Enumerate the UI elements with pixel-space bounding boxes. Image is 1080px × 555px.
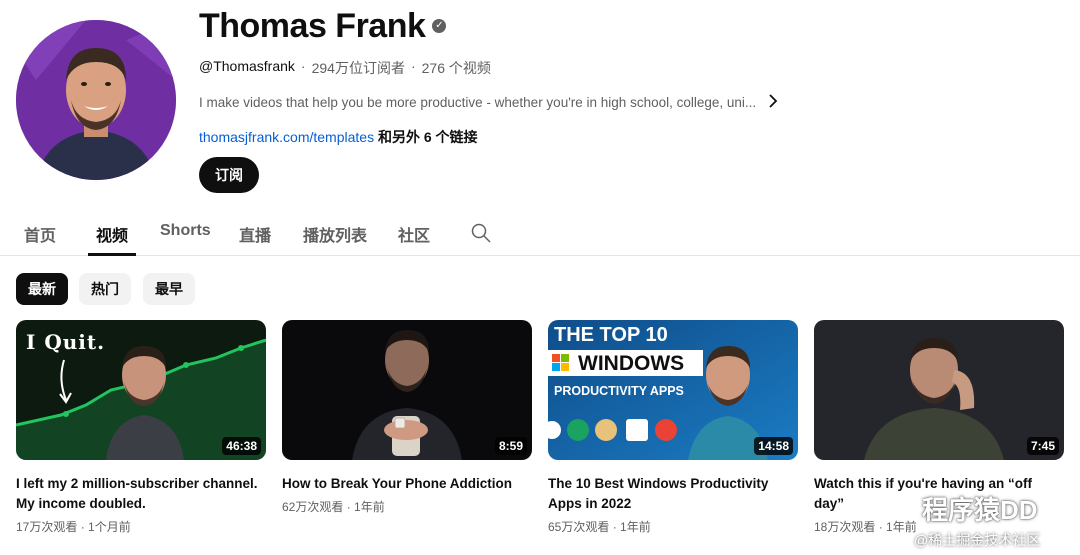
description-text: I make videos that help you be more prod… [199,95,757,110]
channel-tabs: 首页 视频 Shorts 直播 播放列表 社区 [0,210,1080,256]
view-count: 65万次观看 [548,520,610,534]
video-thumbnail[interactable]: 8:59 [282,320,532,460]
video-duration: 7:45 [1026,437,1059,455]
channel-info: Thomas Frank ✓ @Thomasfrank · 294万位订阅者 ·… [199,6,1059,147]
search-icon[interactable] [471,223,491,243]
video-duration: 8:59 [494,437,527,455]
channel-description[interactable]: I make videos that help you be more prod… [199,92,1059,113]
tab-home[interactable]: 首页 [24,222,56,246]
video-count: 276 个视频 [421,60,491,76]
view-count: 18万次观看 [814,520,876,534]
wechat-icon [878,491,916,526]
watermark-site: @稀土掘金技术社区 [914,532,1041,548]
tab-live[interactable]: 直播 [239,222,271,246]
video-meta: 65万次观看 · 1年前 [548,518,798,535]
channel-link[interactable]: thomasjfrank.com/templates [199,129,374,145]
meta-separator: · [300,58,306,74]
video-meta: 17万次观看 · 1个月前 [16,518,266,535]
video-title[interactable]: How to Break Your Phone Addiction [282,474,532,494]
thumbnail-subheading: PRODUCTIVITY APPS [554,384,684,398]
video-card[interactable]: I Quit. 46:38 I left my 2 million-subscr… [16,320,266,535]
watermark-brand-text: 程序猿DD [922,495,1038,525]
meta-separator: · [80,520,85,534]
more-links[interactable]: 和另外 6 个链接 [378,129,478,145]
thumbnail-windows-text: WINDOWS [578,352,685,375]
video-title[interactable]: The 10 Best Windows Productivity Apps in… [548,474,798,514]
upload-age: 1年前 [620,520,651,534]
watermark-brand: 程序猿DD [878,490,1038,527]
channel-links: thomasjfrank.com/templates 和另外 6 个链接 [199,127,1059,147]
active-tab-indicator [88,253,136,256]
filter-latest[interactable]: 最新 [16,273,68,305]
video-meta: 62万次观看 · 1年前 [282,498,532,515]
tab-playlists[interactable]: 播放列表 [303,222,367,246]
video-thumbnail[interactable]: THE TOP 10 WINDOWS PRODUCTIVITY APPS 14:… [548,320,798,460]
video-card[interactable]: 8:59 How to Break Your Phone Addiction 6… [282,320,532,515]
meta-separator: · [410,58,416,74]
subscriber-count: 294万位订阅者 [311,60,405,76]
tab-videos[interactable]: 视频 [96,222,128,246]
filter-oldest[interactable]: 最早 [143,273,195,305]
video-thumbnail[interactable]: 7:45 [814,320,1064,460]
tab-community[interactable]: 社区 [398,222,430,246]
video-thumbnail[interactable]: I Quit. 46:38 [16,320,266,460]
video-card[interactable]: THE TOP 10 WINDOWS PRODUCTIVITY APPS 14:… [548,320,798,535]
verified-check-icon: ✓ [432,19,447,33]
upload-age: 1年前 [354,500,385,514]
channel-meta: @Thomasfrank · 294万位订阅者 · 276 个视频 [199,58,1059,78]
video-title[interactable]: I left my 2 million-subscriber channel. … [16,474,266,514]
channel-name: Thomas Frank [199,6,426,45]
view-count: 62万次观看 [282,500,344,514]
subscribe-button[interactable]: 订阅 [199,157,259,193]
channel-handle: @Thomasfrank [199,58,295,74]
thumbnail-heading: THE TOP 10 [554,324,668,346]
channel-avatar[interactable] [16,20,176,180]
meta-separator: · [612,520,617,534]
tab-shorts[interactable]: Shorts [160,222,211,240]
thumbnail-caption: I Quit. [26,330,106,354]
meta-separator: · [346,500,351,514]
video-duration: 46:38 [222,437,261,455]
chevron-right-icon[interactable] [768,92,778,113]
filter-popular[interactable]: 热门 [79,273,131,305]
video-duration: 14:58 [754,437,793,455]
upload-age: 1个月前 [88,520,131,534]
view-count: 17万次观看 [16,520,78,534]
